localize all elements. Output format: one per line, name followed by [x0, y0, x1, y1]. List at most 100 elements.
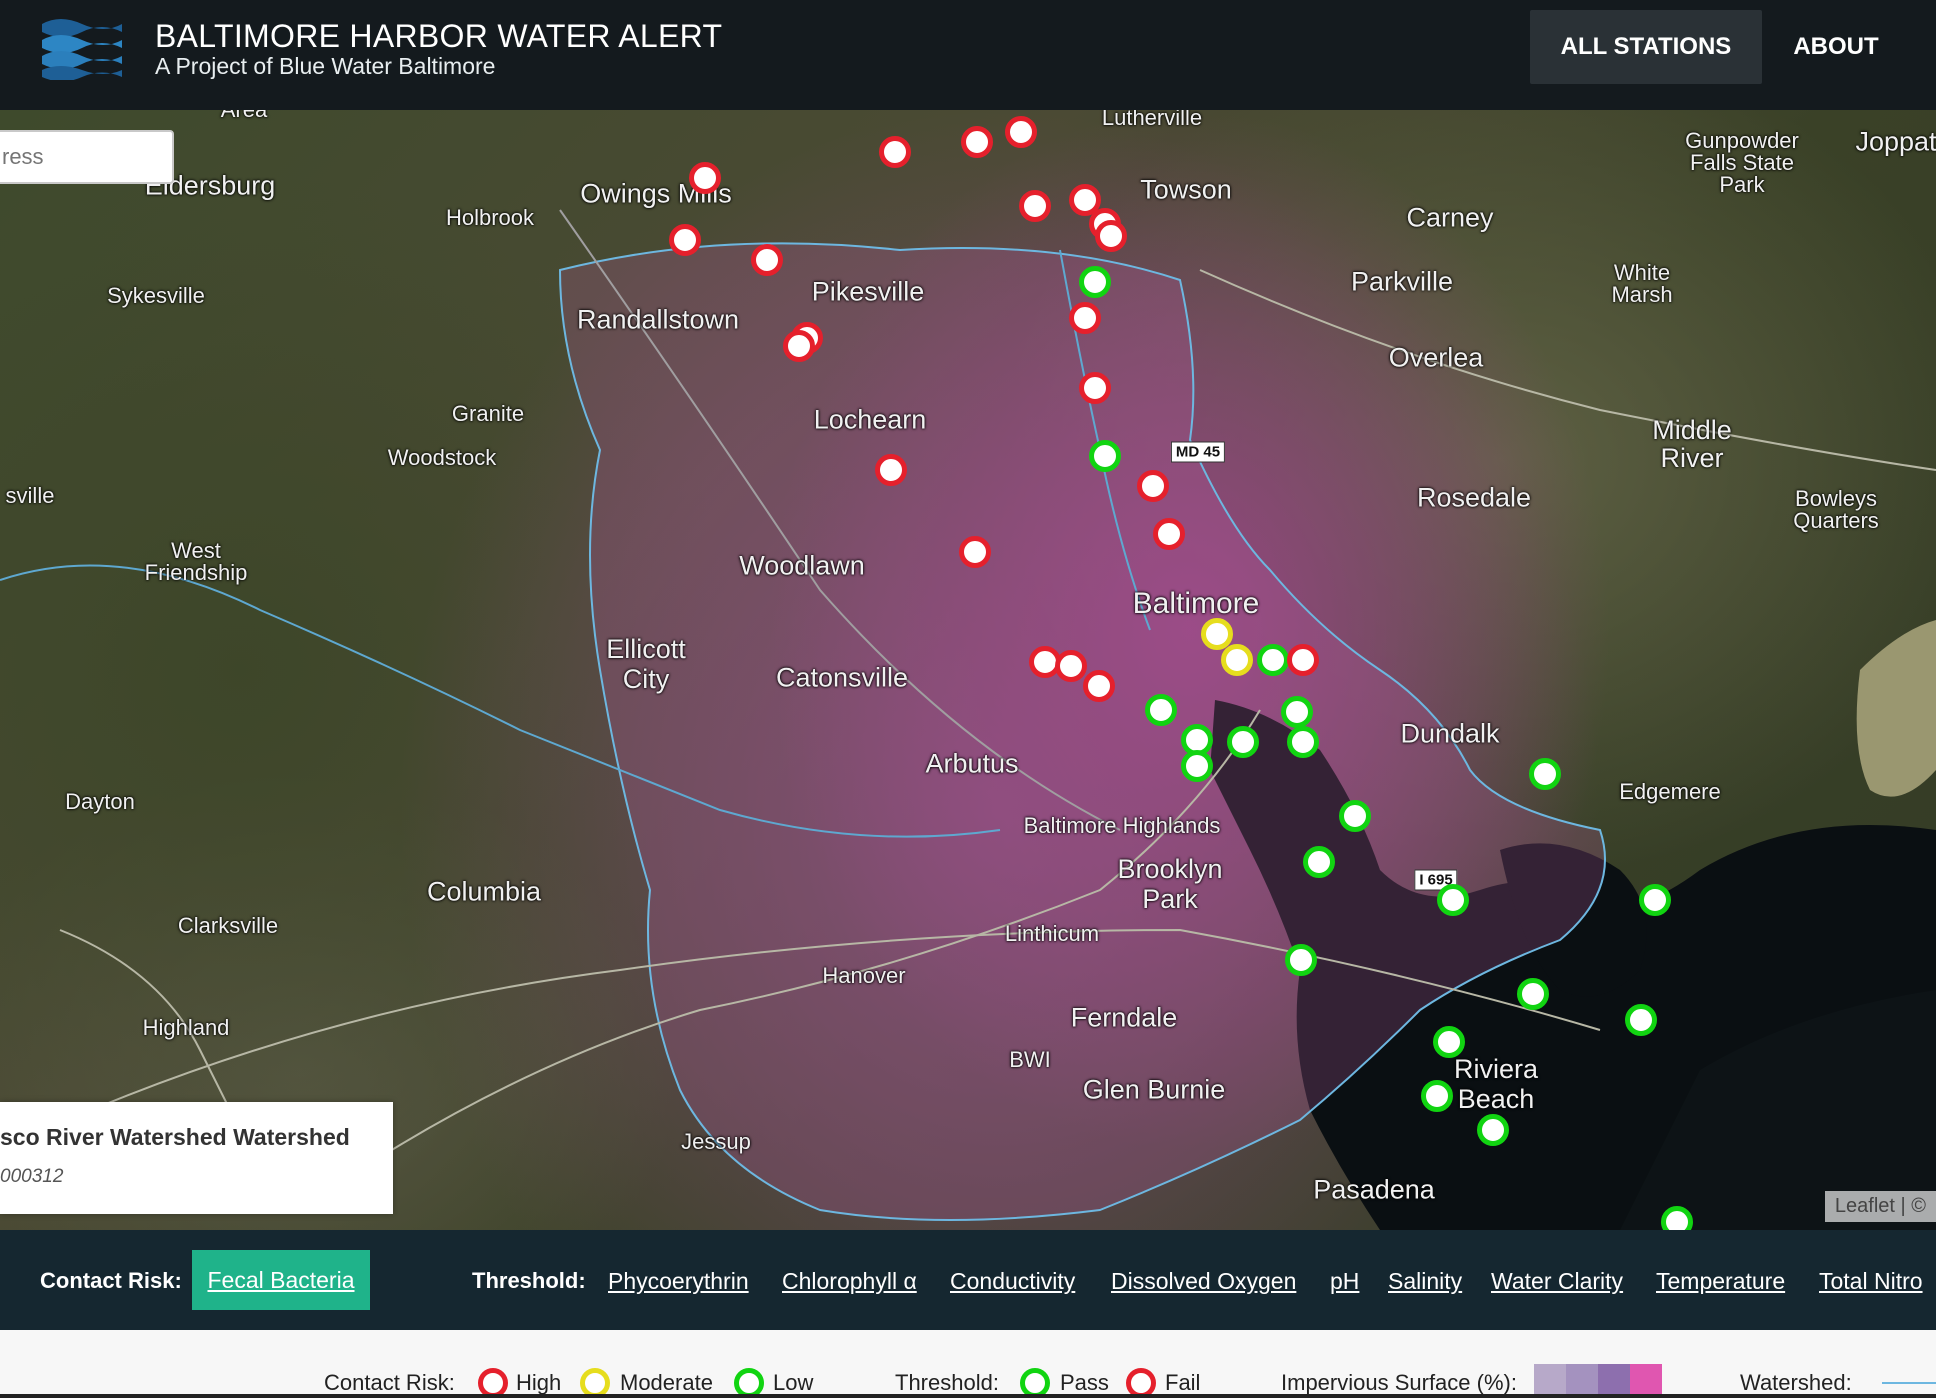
- place-label: Carney: [1406, 202, 1494, 233]
- impervious-swatch: [1534, 1364, 1566, 1394]
- place-label: White Marsh: [1611, 260, 1673, 307]
- tab-salinity[interactable]: Salinity: [1388, 1268, 1462, 1295]
- all-stations-button[interactable]: ALL STATIONS: [1530, 10, 1762, 84]
- tab-ph[interactable]: pH: [1330, 1268, 1359, 1295]
- station-marker[interactable]: [961, 126, 993, 158]
- watershed-id: 000312: [0, 1166, 64, 1187]
- station-marker[interactable]: [1137, 470, 1169, 502]
- tab-water-clarity[interactable]: Water Clarity: [1491, 1268, 1623, 1295]
- tab-dissolved-oxygen[interactable]: Dissolved Oxygen: [1111, 1268, 1296, 1295]
- station-marker[interactable]: [1257, 644, 1289, 676]
- tab-total-nitrogen[interactable]: Total Nitro: [1819, 1268, 1923, 1295]
- legend-contact-risk-label: Contact Risk:: [324, 1370, 455, 1395]
- station-marker[interactable]: [669, 224, 701, 256]
- station-marker[interactable]: [1477, 1114, 1509, 1146]
- station-marker[interactable]: [1145, 694, 1177, 726]
- impervious-swatch: [1598, 1364, 1630, 1394]
- watershed-name: sco River Watershed Watershed: [0, 1124, 350, 1150]
- place-label: Area: [221, 110, 267, 123]
- station-marker[interactable]: [1153, 518, 1185, 550]
- place-label: Highland: [142, 1015, 230, 1040]
- station-marker[interactable]: [1639, 884, 1671, 916]
- road-shield: MD 45: [1170, 441, 1226, 463]
- place-label: Overlea: [1388, 342, 1484, 373]
- station-marker[interactable]: [689, 162, 721, 194]
- tab-conductivity[interactable]: Conductivity: [950, 1268, 1075, 1295]
- station-marker[interactable]: [1437, 884, 1469, 916]
- station-marker[interactable]: [1079, 372, 1111, 404]
- app-subtitle: A Project of Blue Water Baltimore: [155, 53, 496, 79]
- station-marker[interactable]: [959, 536, 991, 568]
- place-label: Riviera Beach: [1453, 1054, 1539, 1114]
- station-marker[interactable]: [1083, 670, 1115, 702]
- tab-temperature[interactable]: Temperature: [1656, 1268, 1785, 1295]
- parameter-filter-bar: Contact Risk: Fecal Bacteria Threshold: …: [0, 1230, 1936, 1330]
- tab-phycoerythrin[interactable]: Phycoerythrin: [608, 1268, 749, 1295]
- place-label: Catonsville: [775, 662, 909, 693]
- station-marker[interactable]: [1089, 440, 1121, 472]
- station-marker[interactable]: [879, 136, 911, 168]
- station-marker[interactable]: [1095, 220, 1127, 252]
- place-label: Joppat: [1855, 126, 1936, 157]
- place-label: Pasadena: [1313, 1174, 1435, 1205]
- station-marker[interactable]: [1433, 1026, 1465, 1058]
- watershed-info-panel: sco River Watershed Watershed 000312: [0, 1102, 393, 1214]
- station-marker[interactable]: [1019, 190, 1051, 222]
- place-label: Dundalk: [1400, 718, 1500, 749]
- station-marker[interactable]: [783, 330, 815, 362]
- place-label: Arbutus: [925, 748, 1019, 779]
- station-marker[interactable]: [1517, 978, 1549, 1010]
- station-marker[interactable]: [751, 244, 783, 276]
- legend-impervious-label: Impervious Surface (%):: [1281, 1370, 1517, 1395]
- app-title: BALTIMORE HARBOR WATER ALERT: [155, 18, 723, 54]
- place-label: Jessup: [681, 1129, 751, 1154]
- station-marker[interactable]: [1005, 116, 1037, 148]
- map-view[interactable]: Area Eldersburg Owings Mills Holbrook Lu…: [0, 110, 1936, 1230]
- station-marker[interactable]: [1285, 944, 1317, 976]
- place-label: Ellicott City: [606, 634, 686, 694]
- station-marker[interactable]: [1625, 1004, 1657, 1036]
- address-search-input[interactable]: [0, 130, 174, 184]
- place-label: Columbia: [426, 876, 542, 907]
- place-label: Hanover: [822, 963, 906, 988]
- place-label: Lochearn: [813, 404, 927, 435]
- station-marker[interactable]: [1079, 266, 1111, 298]
- place-label: Brooklyn Park: [1117, 854, 1223, 914]
- waves-logo-icon: [42, 19, 122, 80]
- place-label: Randallstown: [576, 304, 740, 335]
- station-marker[interactable]: [1221, 644, 1253, 676]
- place-label: West Friendship: [144, 538, 248, 585]
- place-label: Woodlawn: [739, 550, 865, 581]
- station-marker[interactable]: [1287, 644, 1319, 676]
- station-marker[interactable]: [1303, 846, 1335, 878]
- station-marker[interactable]: [1227, 726, 1259, 758]
- place-label: Clarksville: [177, 913, 279, 938]
- legend-moderate: Moderate: [620, 1370, 713, 1395]
- station-marker[interactable]: [1055, 650, 1087, 682]
- station-marker[interactable]: [1281, 696, 1313, 728]
- tab-chlorophyll[interactable]: Chlorophyll α: [782, 1268, 917, 1295]
- legend-bottom-border: [0, 1394, 1936, 1398]
- place-label: BWI: [1009, 1047, 1051, 1072]
- station-marker[interactable]: [875, 454, 907, 486]
- station-marker[interactable]: [1661, 1206, 1693, 1230]
- about-button[interactable]: ABOUT: [1770, 10, 1902, 84]
- station-marker[interactable]: [1181, 750, 1213, 782]
- watershed-line-icon: [1882, 1382, 1936, 1384]
- place-label: Pikesville: [811, 276, 925, 307]
- place-label: Ferndale: [1070, 1002, 1178, 1033]
- station-marker[interactable]: [1339, 800, 1371, 832]
- station-marker[interactable]: [1421, 1080, 1453, 1112]
- fecal-bacteria-tab[interactable]: Fecal Bacteria: [192, 1250, 370, 1310]
- station-marker[interactable]: [1529, 758, 1561, 790]
- legend-low: Low: [773, 1370, 814, 1395]
- app-header: BALTIMORE HARBOR WATER ALERT A Project o…: [0, 0, 1936, 110]
- legend-pass: Pass: [1060, 1370, 1109, 1395]
- place-label: Linthicum: [1004, 921, 1100, 946]
- place-label: Middle River: [1652, 415, 1732, 473]
- station-marker[interactable]: [1069, 302, 1101, 334]
- map-attribution[interactable]: Leaflet | ©: [1824, 1191, 1936, 1222]
- legend-threshold-label: Threshold:: [895, 1370, 999, 1395]
- station-marker[interactable]: [1287, 726, 1319, 758]
- impervious-swatch: [1566, 1364, 1598, 1394]
